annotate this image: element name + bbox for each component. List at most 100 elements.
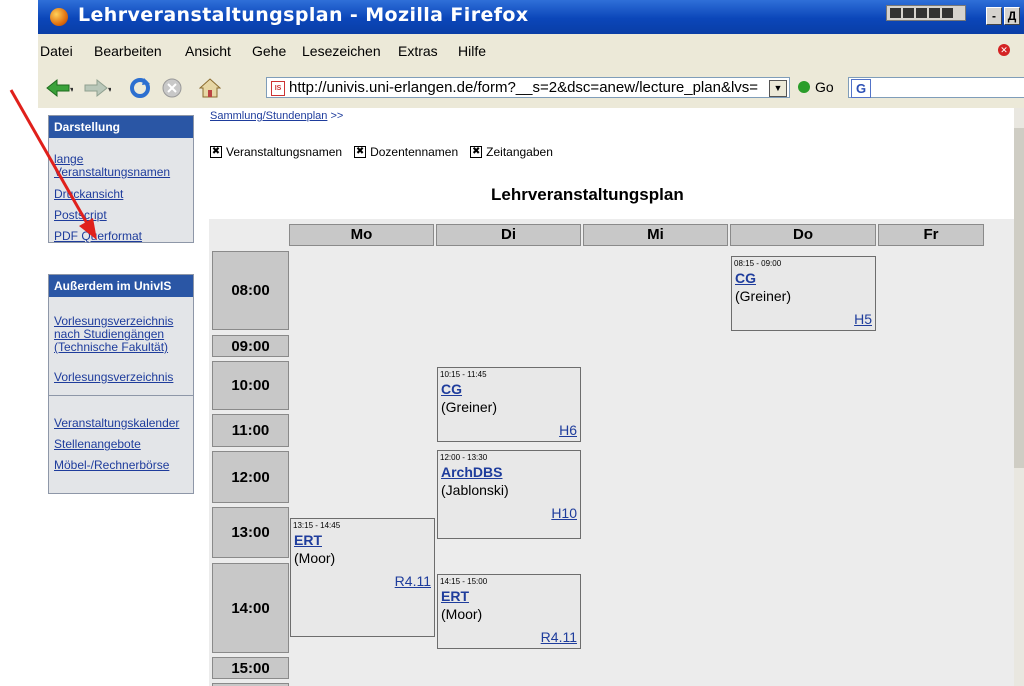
- time-1000: 10:00: [212, 361, 289, 410]
- menu-ansicht[interactable]: Ansicht: [185, 43, 231, 59]
- svg-text:▾: ▾: [108, 85, 111, 94]
- menu-datei[interactable]: Datei: [40, 43, 73, 59]
- address-dropdown-button[interactable]: ▼: [769, 80, 787, 97]
- window-titlebar[interactable]: Lehrveranstaltungsplan - Mozilla Firefox…: [38, 0, 1024, 34]
- plan-title: Lehrveranstaltungsplan: [491, 185, 684, 204]
- stop-button[interactable]: [160, 77, 184, 99]
- link-vorlesungsverzeichnis-studiengaenge[interactable]: Vorlesungsverzeichnis nach Studiengängen…: [54, 315, 194, 354]
- event-ert-di[interactable]: 14:15 - 15:00 ERT (Moor) R4.11: [437, 574, 581, 649]
- event-room-link[interactable]: R4.11: [395, 573, 431, 589]
- address-bar[interactable]: IS http://univis.uni-erlangen.de/form?__…: [266, 77, 790, 98]
- event-room-link[interactable]: H5: [854, 311, 872, 327]
- link-moebel-rechnerboerse[interactable]: Möbel-/Rechnerbörse: [54, 459, 169, 472]
- time-1100: 11:00: [212, 414, 289, 447]
- menu-hilfe[interactable]: Hilfe: [458, 43, 486, 59]
- event-lecturer: (Greiner): [441, 399, 498, 415]
- event-time: 14:15 - 15:00: [440, 577, 488, 586]
- event-lecturer: (Greiner): [735, 288, 792, 304]
- event-name-link[interactable]: ArchDBS: [441, 464, 502, 480]
- time-1400: 14:00: [212, 563, 289, 653]
- event-lecturer: (Moor): [441, 606, 483, 622]
- address-url[interactable]: http://univis.uni-erlangen.de/form?__s=2…: [289, 79, 759, 96]
- link-pdf-querformat[interactable]: PDF Querformat: [54, 230, 142, 243]
- day-header-do: Do: [730, 224, 876, 246]
- link-veranstaltungskalender[interactable]: Veranstaltungskalender: [54, 417, 179, 430]
- go-icon: [798, 81, 810, 93]
- time-0800: 08:00: [212, 251, 289, 330]
- vertical-scrollbar[interactable]: [1014, 108, 1024, 686]
- link-lange-veranstaltungsnamen[interactable]: lange Veranstaltungsnamen: [54, 153, 186, 179]
- svg-text:▾: ▾: [70, 85, 73, 94]
- link-vorlesungsverzeichnis[interactable]: Vorlesungsverzeichnis: [54, 371, 173, 384]
- menu-extras[interactable]: Extras: [398, 43, 438, 59]
- day-header-di: Di: [436, 224, 581, 246]
- tray-icon: [903, 8, 914, 18]
- search-box[interactable]: G: [848, 77, 1024, 98]
- event-time: 13:15 - 14:45: [293, 521, 341, 530]
- event-name-link[interactable]: ERT: [441, 588, 469, 604]
- event-cg-do[interactable]: 08:15 - 09:00 CG (Greiner) H5: [731, 256, 876, 331]
- event-name-link[interactable]: CG: [735, 270, 756, 286]
- firefox-logo-icon: [50, 8, 68, 26]
- panel-ausserdem: Außerdem im UnivIS Vorlesungsverzeichnis…: [48, 274, 194, 494]
- menu-bar: Datei Bearbeiten Ansicht Gehe Lesezeiche…: [38, 34, 1024, 69]
- stop-loading-icon[interactable]: ✕: [998, 44, 1010, 56]
- day-header-fr: Fr: [878, 224, 984, 246]
- window-title: Lehrveranstaltungsplan - Mozilla Firefox: [78, 4, 529, 26]
- event-time: 12:00 - 13:30: [440, 453, 488, 462]
- reload-button[interactable]: [128, 77, 152, 99]
- link-stellenangebote[interactable]: Stellenangebote: [54, 438, 141, 451]
- option-zeitangaben[interactable]: ✖ Zeitangaben: [470, 145, 553, 159]
- stop-icon: [162, 78, 182, 98]
- panel-header-darstellung: Darstellung: [49, 116, 193, 138]
- scrollbar-thumb[interactable]: [1014, 128, 1024, 468]
- system-tray: [886, 5, 966, 21]
- forward-arrow-icon: ▾: [84, 78, 111, 98]
- checkbox-checked-icon[interactable]: ✖: [354, 146, 367, 158]
- event-room-link[interactable]: R4.11: [541, 629, 577, 645]
- menu-lesezeichen[interactable]: Lesezeichen: [302, 43, 381, 59]
- go-label: Go: [815, 79, 834, 95]
- tray-icon: [916, 8, 927, 18]
- link-postscript[interactable]: Postscript: [54, 209, 107, 222]
- google-search-icon[interactable]: G: [851, 79, 871, 98]
- tray-icon: [929, 8, 940, 18]
- go-button[interactable]: Go: [798, 79, 834, 95]
- breadcrumb: Sammlung/Stundenplan >>: [210, 110, 343, 122]
- home-button[interactable]: [198, 77, 222, 99]
- minimize-button[interactable]: -: [986, 7, 1002, 25]
- event-room-link[interactable]: H10: [551, 505, 577, 521]
- option-dozentennamen[interactable]: ✖ Dozentennamen: [354, 145, 458, 159]
- event-lecturer: (Jablonski): [441, 482, 509, 498]
- tray-icon: [942, 8, 953, 18]
- menu-gehe[interactable]: Gehe: [252, 43, 286, 59]
- option-veranstaltungsnamen[interactable]: ✖ Veranstaltungsnamen: [210, 145, 342, 159]
- time-1300: 13:00: [212, 507, 289, 558]
- event-archdbs-di[interactable]: 12:00 - 13:30 ArchDBS (Jablonski) H10: [437, 450, 581, 539]
- navigation-toolbar: ▾ ▾ IS http://univis.uni-erlangen.de/for…: [38, 68, 1024, 109]
- event-lecturer: (Moor): [294, 550, 336, 566]
- day-header-mi: Mi: [583, 224, 728, 246]
- time-1500: 15:00: [212, 657, 289, 679]
- checkbox-checked-icon[interactable]: ✖: [470, 146, 483, 158]
- maximize-button[interactable]: Д: [1004, 7, 1020, 25]
- link-druckansicht[interactable]: Druckansicht: [54, 188, 123, 201]
- checkbox-checked-icon[interactable]: ✖: [210, 146, 222, 158]
- back-button[interactable]: ▾: [44, 77, 74, 99]
- reload-icon: [130, 78, 150, 98]
- forward-button[interactable]: ▾: [82, 77, 112, 99]
- event-time: 08:15 - 09:00: [734, 259, 782, 268]
- menu-bearbeiten[interactable]: Bearbeiten: [94, 43, 162, 59]
- home-icon: [199, 78, 221, 98]
- display-options: ✖ Veranstaltungsnamen ✖ Dozentennamen ✖ Zei…: [210, 145, 553, 159]
- timetable: Mo Di Mi Do Fr 08:00 09:00 10:00 11:00 1…: [209, 219, 1014, 686]
- tray-icon: [890, 8, 901, 18]
- event-name-link[interactable]: ERT: [294, 532, 322, 548]
- event-cg-di[interactable]: 10:15 - 11:45 CG (Greiner) H6: [437, 367, 581, 442]
- event-ert-mo[interactable]: 13:15 - 14:45 ERT (Moor) R4.11: [290, 518, 435, 637]
- event-room-link[interactable]: H6: [559, 422, 577, 438]
- panel-divider: [49, 395, 193, 396]
- event-time: 10:15 - 11:45: [440, 370, 487, 379]
- breadcrumb-link[interactable]: Sammlung/Stundenplan: [210, 110, 327, 122]
- event-name-link[interactable]: CG: [441, 381, 462, 397]
